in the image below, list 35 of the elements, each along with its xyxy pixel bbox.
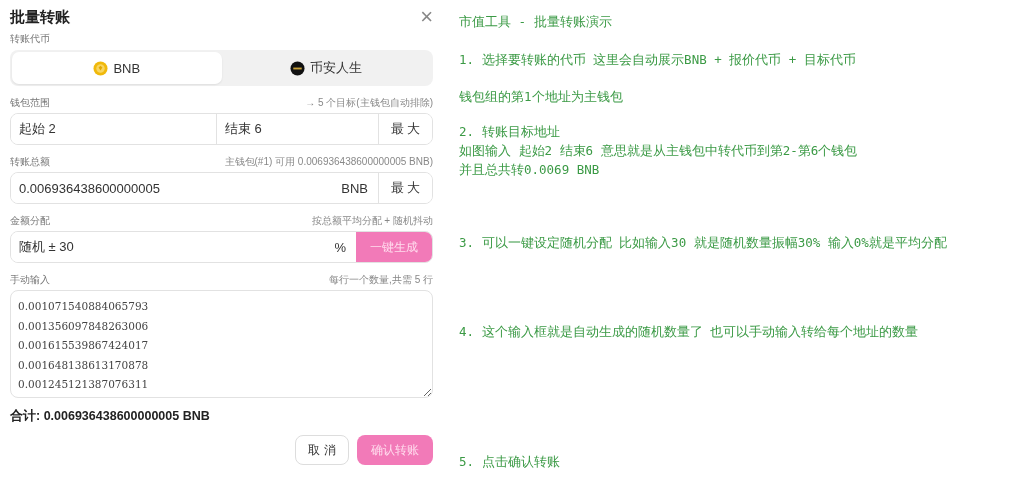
note-text: 并且总共转0.0069 BNB bbox=[459, 161, 601, 179]
start-field[interactable]: 起始 2 bbox=[11, 114, 217, 144]
field-hint: 每行一个数量,共需 5 行 bbox=[329, 273, 433, 287]
field-label: 转账代币 bbox=[10, 32, 50, 46]
cancel-button[interactable]: 取 消 bbox=[295, 435, 349, 465]
note-text: 如图输入 起始2 结束6 意思就是从主钱包中转代币到第2-第6个钱包 bbox=[459, 142, 859, 160]
amounts-textarea[interactable]: 0.001071540884065793 0.001356097848263006 0.001615539867424017 0.001648138613170878 0.001245121387076311 bbox=[10, 290, 433, 398]
coin-icon bbox=[93, 60, 109, 76]
note-text: 市值工具 - 批量转账演示 bbox=[459, 13, 613, 31]
note-text: 4. 这个输入框就是自动生成的随机数量了 也可以手动输入转给每个地址的数量 bbox=[459, 323, 920, 341]
field-label: 转账总额 bbox=[10, 155, 50, 169]
dialog-title: 批量转账 bbox=[10, 7, 70, 27]
note-text: 5. 点击确认转账 bbox=[459, 453, 561, 471]
amount-input[interactable]: 0.006936438600000005 BNB 最 大 bbox=[10, 172, 433, 204]
note-text: 3. 可以一键设定随机分配 比如输入30 就是随机数量振幅30% 输入0%就是平均分配 bbox=[459, 234, 948, 252]
field-hint: → 5 个目标(主钱包自动排除) bbox=[305, 96, 433, 110]
field-hint: 按总额平均分配 + 随机抖动 bbox=[311, 214, 433, 228]
field-label: 手动输入 bbox=[10, 273, 50, 287]
random-range-input[interactable]: 随机 ± 30 % 一键生成 bbox=[10, 231, 433, 263]
wallet-range-field[interactable]: 起始 2 结束 6 最 大 bbox=[10, 113, 433, 145]
note-text: 2. 转账目标地址 bbox=[459, 123, 561, 141]
unit-label: BNB bbox=[340, 179, 369, 198]
token-tab[interactable]: BNB bbox=[12, 52, 222, 84]
close-button[interactable]: × bbox=[420, 6, 433, 28]
field-hint: 主钱包(#1) 可用 0.006936438600000005 BNB) bbox=[224, 155, 433, 169]
token-tab[interactable]: 币安人生 bbox=[221, 52, 431, 84]
max-button[interactable]: 最 大 bbox=[378, 114, 432, 144]
note-text: 钱包组的第1个地址为主钱包 bbox=[459, 88, 624, 106]
field-label: 钱包范围 bbox=[10, 96, 50, 110]
token-logo-icon bbox=[290, 60, 306, 76]
max-button[interactable]: 最 大 bbox=[378, 173, 432, 203]
field-label: 金额分配 bbox=[10, 214, 50, 228]
total-summary: 合计: 0.006936438600000005 BNB bbox=[10, 408, 211, 425]
unit-label: % bbox=[333, 238, 347, 257]
note-text: 1. 选择要转账的代币 这里会自动展示BNB + 报价代币 + 目标代币 bbox=[459, 51, 857, 69]
